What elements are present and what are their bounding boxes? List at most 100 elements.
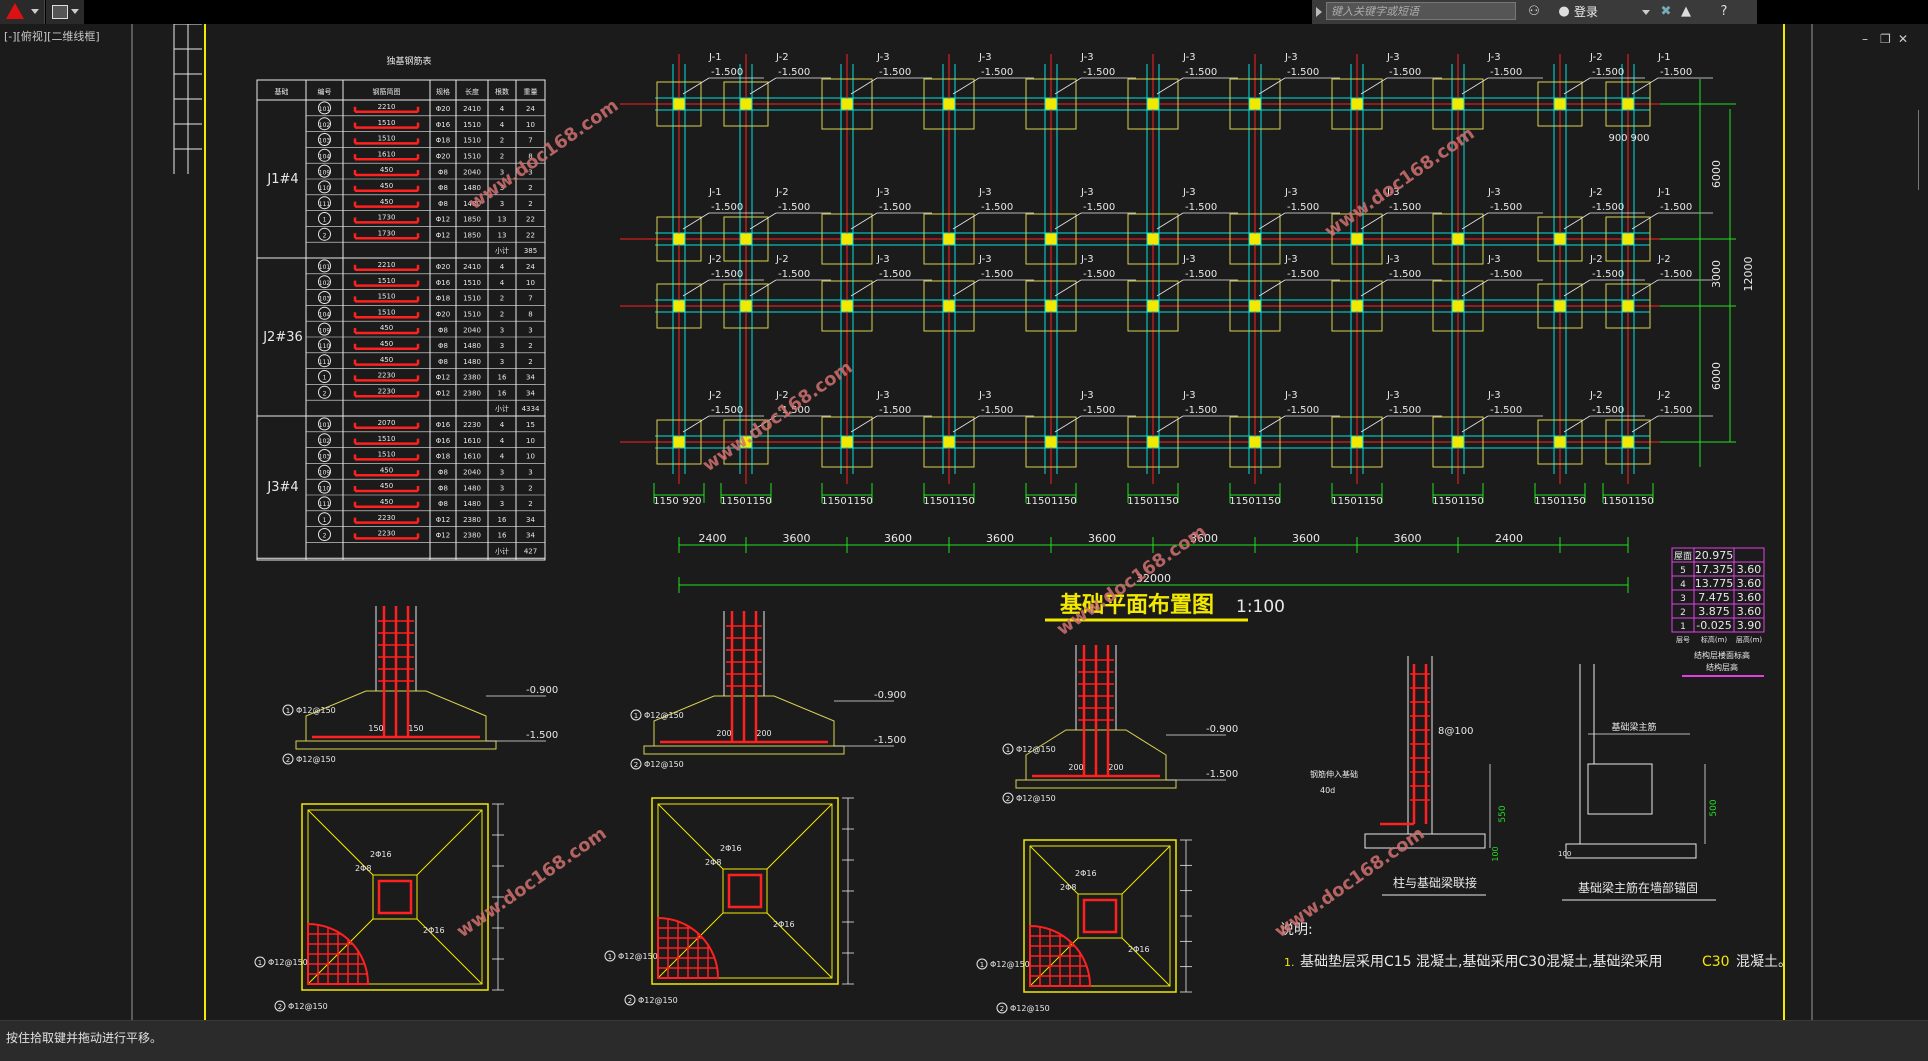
bay-dim: 3600 bbox=[783, 532, 811, 545]
footing-dim: 1150 bbox=[720, 496, 745, 507]
leader-line bbox=[1360, 77, 1388, 95]
elevation-bottom: -1.500 bbox=[874, 735, 906, 746]
footing-elevation: -1.500 bbox=[711, 67, 743, 78]
quick-access-button[interactable] bbox=[46, 0, 84, 24]
elevation-bottom: -1.500 bbox=[526, 730, 558, 741]
exchange-icon[interactable]: ✖ bbox=[1658, 4, 1674, 20]
storey-header: 层号 bbox=[1676, 636, 1690, 644]
footing-label: J-3 bbox=[876, 52, 890, 63]
storey-elevation: 17.375 bbox=[1695, 563, 1734, 576]
footing-elevation: -1.500 bbox=[1490, 405, 1522, 416]
chevron-down-icon[interactable] bbox=[1642, 10, 1650, 15]
rebar-group-name: J3#4 bbox=[266, 480, 298, 495]
rebar-count: 13 bbox=[498, 231, 507, 239]
notes-block: 说明:1. 基础垫层采用C15 混凝土,基础采用C30混凝土,基础梁采用 C30 混凝… bbox=[1280, 922, 1792, 970]
column-stub bbox=[1147, 300, 1159, 312]
rebar-callout: 2Φ8 bbox=[1060, 883, 1076, 892]
rebar-mark: 1 bbox=[258, 959, 262, 967]
login-button[interactable]: 登录 bbox=[1574, 3, 1598, 20]
rebar-weight: 7 bbox=[528, 295, 532, 303]
storey-elevation: 13.775 bbox=[1695, 577, 1734, 590]
rebar-count: 3 bbox=[500, 342, 504, 350]
rebar-callout: Φ12@150 bbox=[1010, 1004, 1050, 1013]
footing-label: J-3 bbox=[1386, 390, 1400, 401]
footing-label: J-2 bbox=[1589, 52, 1603, 63]
user-icon[interactable]: ● bbox=[1556, 4, 1572, 20]
leader-line bbox=[1563, 415, 1591, 433]
leader-line bbox=[1563, 279, 1591, 297]
rebar-callout: 2Φ16 bbox=[720, 844, 742, 853]
leader-line bbox=[1054, 415, 1082, 433]
footing-dim: 1150 bbox=[1229, 496, 1254, 507]
footing-label: J-2 bbox=[1589, 390, 1603, 401]
rebar-spec: Φ8 bbox=[438, 500, 448, 508]
elevation-top: -0.900 bbox=[1206, 724, 1238, 735]
footing-label: J-3 bbox=[1284, 390, 1298, 401]
column-stub bbox=[943, 300, 955, 312]
rebar-group-name: J1#4 bbox=[266, 172, 298, 187]
rebar-callout: Φ12@150 bbox=[644, 760, 684, 769]
rebar-length: 1510 bbox=[463, 295, 481, 303]
rebar-mark: 2 bbox=[1006, 795, 1010, 803]
rebar-table-header: 长度 bbox=[465, 87, 479, 96]
footing-elevation: -1.500 bbox=[1592, 405, 1624, 416]
footing-label: J-1 bbox=[1657, 187, 1671, 198]
rebar-length: 1510 bbox=[463, 137, 481, 145]
storey-number: 1 bbox=[1680, 622, 1686, 632]
column-stirrup-label: 8@100 bbox=[1438, 726, 1473, 737]
footing-dim: 900 bbox=[1630, 133, 1649, 144]
footing-elevation: -1.500 bbox=[1490, 269, 1522, 280]
rebar-dim: 1510 bbox=[378, 293, 396, 301]
help-icon[interactable]: ? bbox=[1716, 4, 1732, 20]
footing-label: J-2 bbox=[708, 254, 722, 265]
rebar-count: 4 bbox=[500, 121, 505, 129]
expand-arrow-icon[interactable] bbox=[1316, 7, 1322, 17]
leader-line bbox=[850, 77, 878, 95]
footing-elevation: -1.500 bbox=[1083, 202, 1115, 213]
footing-label: J-3 bbox=[876, 187, 890, 198]
leader-line bbox=[952, 77, 980, 95]
rebar-count: 3 bbox=[500, 326, 504, 334]
application-menu-button[interactable] bbox=[0, 0, 45, 24]
column-stub bbox=[1351, 98, 1363, 110]
storey-height: 3.60 bbox=[1737, 563, 1762, 576]
footing-elevation: -1.500 bbox=[981, 202, 1013, 213]
rebar-id: 109 bbox=[319, 327, 331, 334]
section-details: -0.900 -1.500 1 Φ12@150 2 Φ12@150 150 150 -0.900… bbox=[254, 606, 1719, 1014]
rebar-length: 2040 bbox=[463, 468, 481, 476]
column-stub bbox=[1622, 300, 1634, 312]
leader-line bbox=[1156, 279, 1184, 297]
rebar-callout: Φ12@150 bbox=[1016, 794, 1056, 803]
footing-elevation: -1.500 bbox=[1185, 405, 1217, 416]
footing-elevation: -1.500 bbox=[1389, 269, 1421, 280]
section-dim: 200 bbox=[1108, 763, 1123, 772]
footing-dim: 1150 bbox=[1628, 496, 1653, 507]
rebar-callout: Φ12@150 bbox=[296, 706, 336, 715]
column-stub bbox=[1147, 98, 1159, 110]
footing-pad bbox=[643, 745, 845, 755]
rebar-spec: Φ8 bbox=[438, 358, 448, 366]
search-input[interactable] bbox=[1326, 2, 1516, 20]
footing-label: J-2 bbox=[1589, 254, 1603, 265]
binoculars-icon[interactable]: ⚇ bbox=[1526, 4, 1542, 20]
rebar-id: 2 bbox=[323, 533, 327, 540]
a360-icon[interactable]: ▲ bbox=[1678, 4, 1694, 20]
footing-label: J-1 bbox=[1657, 52, 1671, 63]
rebar-id: 1 bbox=[323, 517, 327, 524]
rebar-weight: 24 bbox=[526, 263, 535, 271]
elevation-top: -0.900 bbox=[874, 690, 906, 701]
column-stub bbox=[943, 436, 955, 448]
rebar-callout: Φ12@150 bbox=[618, 952, 658, 961]
section-dim: 200 bbox=[1068, 763, 1083, 772]
rebar-count: 4 bbox=[500, 421, 505, 429]
column-stub bbox=[740, 233, 752, 245]
drawing-canvas[interactable]: 独基钢筋表基础 编号 钢筋简图 规格 长度 根数 重量101 2210 Φ20 2410 4 2410… bbox=[0, 24, 1928, 1020]
rebar-callout: 2Φ16 bbox=[1075, 869, 1097, 878]
rebar-length: 1510 bbox=[463, 279, 481, 287]
rebar-id: 103 bbox=[319, 296, 331, 303]
rebar-spec: Φ12 bbox=[436, 389, 450, 397]
rebar-dim: 450 bbox=[380, 166, 393, 174]
rebar-weight: 2 bbox=[528, 342, 532, 350]
rebar-id: 1 bbox=[323, 217, 327, 224]
rebar-weight: 8 bbox=[528, 310, 532, 318]
